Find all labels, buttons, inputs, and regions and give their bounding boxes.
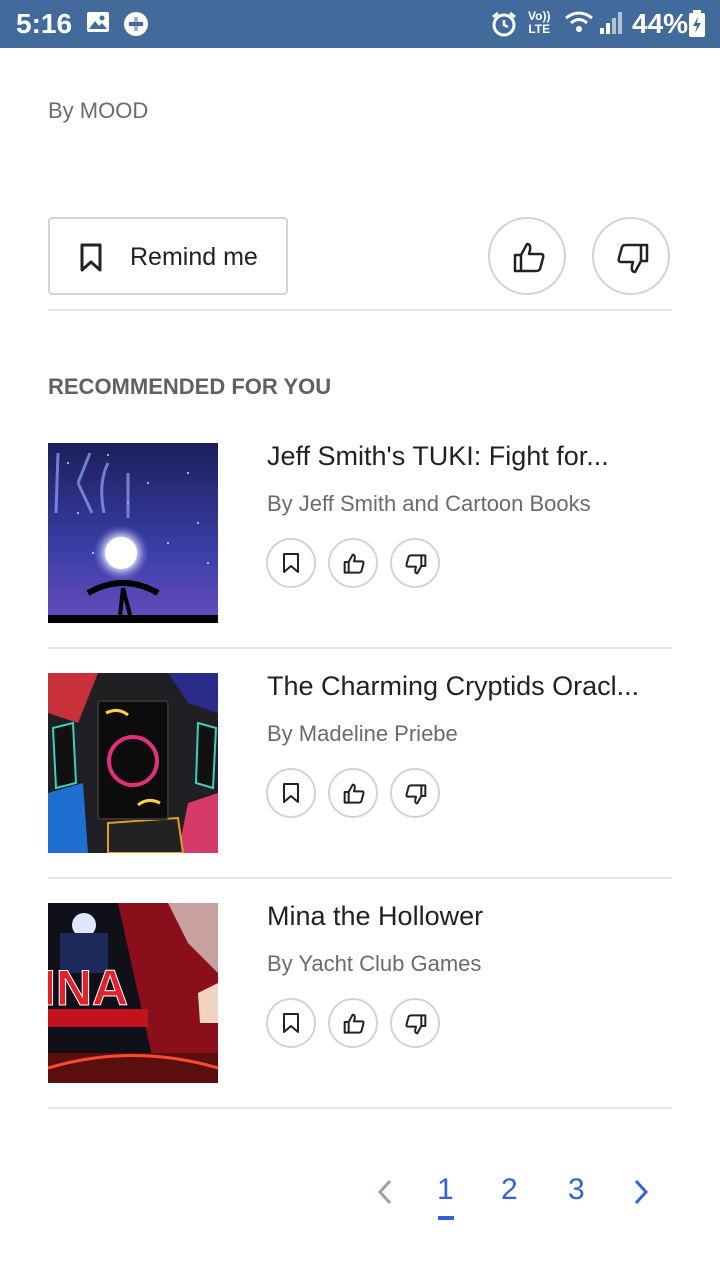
- project-cover-image[interactable]: INA: [48, 903, 218, 1083]
- gallery-icon: [86, 10, 110, 39]
- like-button[interactable]: [328, 538, 378, 588]
- divider: [48, 309, 672, 311]
- remind-button[interactable]: [266, 538, 316, 588]
- thumbs-down-icon: [405, 1014, 427, 1035]
- lte-indicator: Vo)) LTE: [528, 9, 551, 36]
- page-3-link[interactable]: 3: [568, 1173, 585, 1207]
- project-title[interactable]: Mina the Hollower: [267, 901, 667, 932]
- thumbs-up-icon: [343, 1013, 365, 1034]
- previous-page-button[interactable]: [374, 1178, 396, 1228]
- divider: [48, 1107, 672, 1109]
- project-author: By Madeline Priebe: [267, 721, 458, 746]
- divider: [48, 877, 672, 879]
- project-author: By Jeff Smith and Cartoon Books: [267, 491, 591, 516]
- list-item[interactable]: Jeff Smith's TUKI: Fight for... By Jeff …: [48, 441, 672, 623]
- dislike-button[interactable]: [390, 538, 440, 588]
- like-button[interactable]: [328, 768, 378, 818]
- project-author: By Yacht Club Games: [267, 951, 482, 976]
- status-time: 5:16: [16, 8, 73, 39]
- like-button[interactable]: [328, 998, 378, 1048]
- section-heading: RECOMMENDED FOR YOU: [48, 374, 332, 399]
- battery-icon: [688, 10, 706, 43]
- wifi-icon: [564, 10, 594, 41]
- list-item[interactable]: INA Mina the Hollower By Yacht Club Game…: [48, 901, 672, 1083]
- battery-percent: 44%: [632, 8, 689, 39]
- like-button[interactable]: [488, 217, 566, 295]
- remind-button[interactable]: [266, 768, 316, 818]
- thumbs-up-icon: [343, 553, 365, 574]
- thumbs-down-icon: [405, 784, 427, 805]
- page-1-link[interactable]: 1: [437, 1173, 454, 1207]
- page-2-link[interactable]: 2: [501, 1173, 518, 1207]
- bookmark-icon: [283, 783, 299, 803]
- alarm-icon: [490, 10, 518, 43]
- chevron-left-icon: [377, 1179, 392, 1205]
- thumbs-down-icon: [617, 243, 649, 274]
- thumbs-up-icon: [343, 783, 365, 804]
- current-page-indicator: [438, 1216, 454, 1220]
- divider: [48, 647, 672, 649]
- dislike-button[interactable]: [592, 217, 670, 295]
- project-title[interactable]: The Charming Cryptids Oracl...: [267, 671, 667, 702]
- status-bar: 5:16 Vo)) LTE 44%: [0, 0, 720, 48]
- project-title[interactable]: Jeff Smith's TUKI: Fight for...: [267, 441, 667, 472]
- project-byline: By MOOD: [48, 98, 149, 123]
- thumbs-down-icon: [405, 554, 427, 575]
- project-cover-image[interactable]: [48, 673, 218, 853]
- chevron-right-icon: [634, 1179, 649, 1205]
- bookmark-icon: [80, 243, 102, 272]
- bookmark-icon: [283, 553, 299, 573]
- thumbs-up-icon: [513, 242, 545, 273]
- game-icon: [122, 10, 150, 43]
- remind-me-label: Remind me: [130, 243, 258, 271]
- dislike-button[interactable]: [390, 998, 440, 1048]
- svg-text:INA: INA: [48, 960, 128, 1016]
- next-page-button[interactable]: [630, 1178, 652, 1211]
- bookmark-icon: [283, 1013, 299, 1033]
- remind-me-button[interactable]: Remind me: [48, 217, 288, 295]
- signal-icon: [598, 10, 624, 41]
- list-item[interactable]: The Charming Cryptids Oracl... By Madeli…: [48, 671, 672, 853]
- project-cover-image[interactable]: [48, 443, 218, 623]
- remind-button[interactable]: [266, 998, 316, 1048]
- dislike-button[interactable]: [390, 768, 440, 818]
